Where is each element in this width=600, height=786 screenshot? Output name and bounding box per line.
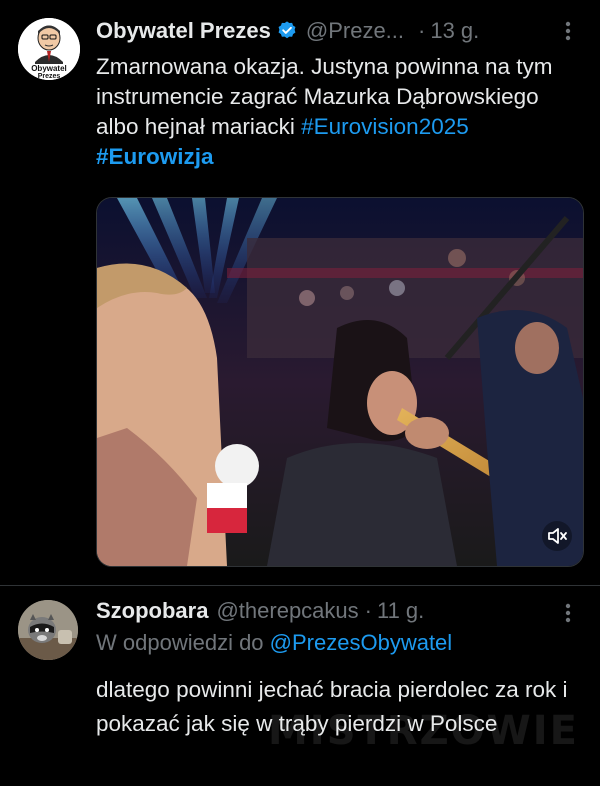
tweet-1[interactable]: Obywatel Prezes Obywatel Prezes @Preze..… [0, 0, 600, 586]
user-handle[interactable]: @therepcakus [216, 598, 358, 624]
reply-prefix: W odpowiedzi do [96, 630, 264, 655]
more-options-icon[interactable] [558, 599, 578, 627]
tweet-1-header: Obywatel Prezes @Preze... · 13 g. [96, 17, 580, 45]
reply-context: W odpowiedzi do @PrezesObywatel [96, 630, 452, 656]
tweet-1-text: Zmarnowana okazja. Justyna powinna na ty… [96, 52, 578, 172]
separator-dot: · [418, 18, 426, 43]
verified-badge-icon[interactable] [276, 20, 298, 42]
timestamp[interactable]: 13 g. [430, 18, 479, 44]
more-options-icon[interactable] [558, 17, 578, 45]
display-name[interactable]: Szopobara [96, 598, 208, 624]
separator-dot: · [364, 598, 372, 623]
avatar-obywatel-prezes[interactable]: Obywatel Prezes [18, 18, 80, 80]
video-frame [97, 198, 583, 566]
reply-mention-link[interactable]: @PrezesObywatel [270, 630, 453, 655]
hashtag-eurovision2025[interactable]: #Eurovision2025 [301, 114, 469, 139]
user-handle[interactable]: @Preze... [306, 18, 404, 44]
svg-text:Obywatel: Obywatel [31, 64, 67, 73]
watermark: MISTRZOWIE [268, 708, 579, 754]
hashtag-eurowizja[interactable]: #Eurowizja [96, 144, 214, 169]
display-name[interactable]: Obywatel Prezes [96, 18, 271, 44]
timestamp[interactable]: 11 g. [377, 598, 424, 624]
avatar-illustration: Obywatel Prezes [18, 18, 80, 80]
speaker-muted-icon[interactable] [541, 520, 573, 552]
svg-text:Prezes: Prezes [38, 73, 61, 80]
embedded-video[interactable] [96, 197, 584, 567]
tweet-2-header: Szopobara @therepcakus · 11 g. [96, 597, 580, 625]
